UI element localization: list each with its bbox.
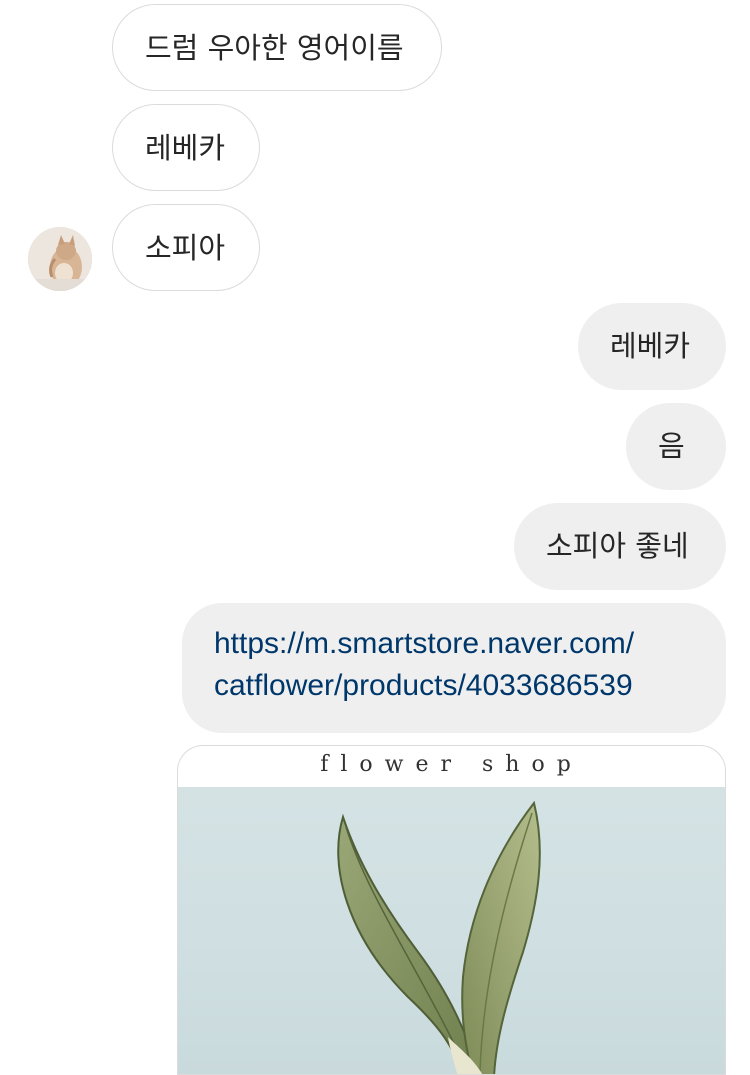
preview-shop-title: flower shop (320, 752, 583, 777)
sent-message[interactable]: 음 (626, 403, 726, 490)
link-preview-card[interactable]: flower shop (177, 745, 726, 1075)
message-text: 소피아 (145, 231, 226, 265)
received-message[interactable]: 소피아 (112, 204, 260, 291)
message-link-line-2[interactable]: catflower/products/4033686539 (214, 665, 696, 707)
received-message[interactable]: 드럼 우아한 영어이름 (112, 4, 442, 91)
message-text: 음 (658, 429, 685, 463)
message-text: 레베카 (610, 329, 691, 363)
plant-leaves-image (337, 800, 541, 1074)
sender-avatar[interactable] (28, 227, 92, 291)
sent-link-message[interactable]: https://m.smartstore.naver.com/ catflowe… (182, 603, 726, 733)
message-text: 소피아 좋네 (546, 529, 689, 563)
sent-message[interactable]: 레베카 (578, 303, 726, 390)
received-message[interactable]: 레베카 (112, 104, 260, 191)
cat-profile-icon (28, 227, 92, 291)
message-text: 레베카 (145, 131, 226, 165)
sent-message[interactable]: 소피아 좋네 (514, 503, 726, 590)
message-text: 드럼 우아한 영어이름 (145, 31, 404, 65)
message-link-line-1[interactable]: https://m.smartstore.naver.com/ (214, 623, 696, 665)
preview-image (178, 787, 725, 1074)
